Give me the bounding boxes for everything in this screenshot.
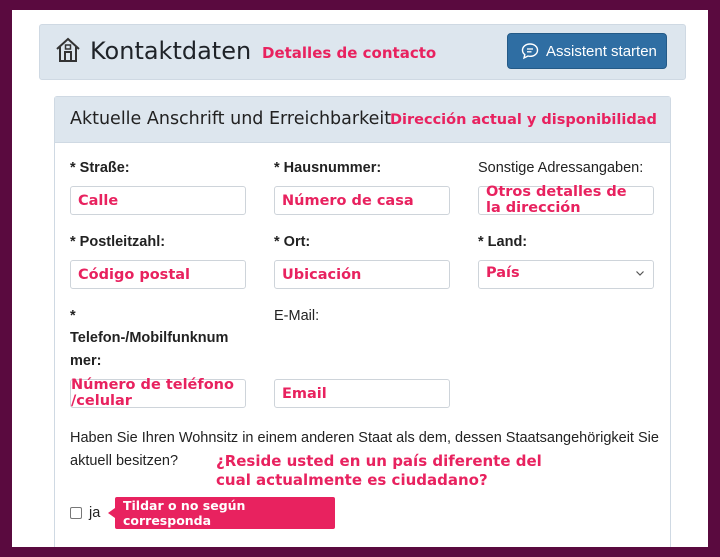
residence-checkbox-label[interactable]: ja <box>89 505 100 521</box>
city-annotation: Ubicación <box>282 266 362 283</box>
postal-code-input[interactable]: Código postal <box>70 260 246 289</box>
city-label: * Ort: <box>274 234 311 250</box>
city-input[interactable]: Ubicación <box>274 260 450 289</box>
section-title: Aktuelle Anschrift und Erreichbarkeit <box>70 109 392 129</box>
page-title-annotation: Detalles de contacto <box>262 44 437 62</box>
house-number-annotation: Número de casa <box>282 192 414 209</box>
email-input[interactable]: Email <box>274 379 450 408</box>
house-number-label: * Hausnummer: <box>274 160 382 176</box>
page-header: Kontaktdaten Detalles de contacto Assist… <box>39 24 686 80</box>
postal-code-annotation: Código postal <box>78 266 190 283</box>
street-label: * Straße: <box>70 160 130 176</box>
other-address-annotation: Otros detalles de la dirección <box>486 183 627 216</box>
country-annotation: País <box>486 264 520 281</box>
street-annotation: Calle <box>78 192 119 209</box>
start-assistant-button[interactable]: Assistent starten <box>507 33 667 69</box>
phone-label-line2: mer: <box>70 353 102 369</box>
section-title-annotation: Dirección actual y disponibilidad <box>390 112 657 128</box>
street-input[interactable]: Calle <box>70 186 246 215</box>
address-section: Aktuelle Anschrift und Erreichbarkeit Di… <box>54 96 671 547</box>
start-assistant-label: Assistent starten <box>546 42 657 60</box>
residence-question-annotation: ¿Reside usted en un país diferente del c… <box>216 452 542 489</box>
home-icon <box>56 37 80 62</box>
postal-code-label: * Postleitzahl: <box>70 234 166 250</box>
phone-annotation: Número de teléfono /celular <box>71 377 234 409</box>
email-annotation: Email <box>282 385 327 402</box>
phone-label-required-mark: * <box>70 308 76 324</box>
phone-input[interactable]: Número de teléfono /celular <box>70 377 246 409</box>
checkbox-tooltip: Tildar o no según corresponda <box>108 497 335 529</box>
chat-bubble-icon <box>521 43 539 60</box>
chevron-down-icon <box>636 271 644 276</box>
house-number-input[interactable]: Número de casa <box>274 186 450 215</box>
residence-checkbox[interactable] <box>70 507 82 519</box>
other-address-input[interactable]: Otros detalles de la dirección <box>478 183 654 216</box>
page-title: Kontaktdaten <box>90 37 252 65</box>
page-frame: Kontaktdaten Detalles de contacto Assist… <box>12 10 708 547</box>
other-address-label: Sonstige Adressangaben: <box>478 160 644 176</box>
email-label: E-Mail: <box>274 308 320 324</box>
phone-label-line1: Telefon-/Mobilfunknum <box>70 330 229 346</box>
country-label: * Land: <box>478 234 528 250</box>
country-select[interactable]: País <box>478 260 654 289</box>
section-header: Aktuelle Anschrift und Erreichbarkeit Di… <box>55 97 670 143</box>
